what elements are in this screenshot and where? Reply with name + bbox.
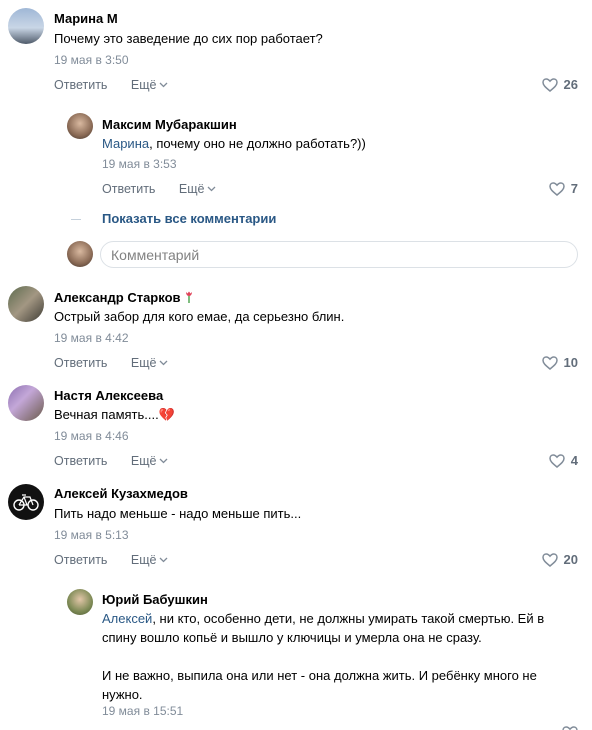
comment-text-body: , ни кто, особенно дети, не должны умира… xyxy=(152,611,545,626)
more-button[interactable]: Ещё xyxy=(131,553,168,567)
mention-link[interactable]: Алексей xyxy=(102,611,152,626)
comment-text: Вечная память....💔 xyxy=(54,405,175,424)
like-count: 7 xyxy=(570,181,578,196)
avatar[interactable] xyxy=(8,286,44,322)
reply-button[interactable]: Ответить xyxy=(54,553,107,567)
like-count: 10 xyxy=(563,355,578,370)
like-button[interactable]: 26 xyxy=(541,77,578,92)
reply-button[interactable]: Ответить xyxy=(54,454,107,468)
comment-author[interactable]: Настя Алексеева xyxy=(54,388,163,403)
broken-heart-icon: 💔 xyxy=(158,407,175,422)
comment-actions: Ответить Ещё xyxy=(54,356,168,370)
tulip-icon xyxy=(186,291,193,303)
comment-date[interactable]: 19 мая в 3:53 xyxy=(102,157,177,171)
mention-link[interactable]: Марина xyxy=(102,136,149,151)
chevron-down-icon xyxy=(207,186,215,192)
more-label: Ещё xyxy=(130,553,157,567)
like-count: 26 xyxy=(563,77,578,92)
avatar[interactable] xyxy=(67,589,93,615)
comment-author[interactable]: Максим Мубаракшин xyxy=(102,117,237,132)
comment-text: Почему это заведение до сих пор работает… xyxy=(54,31,323,46)
my-avatar xyxy=(67,241,93,267)
comment-author[interactable]: Юрий Бабушкин xyxy=(102,592,208,607)
like-count: 20 xyxy=(563,552,578,567)
avatar[interactable] xyxy=(8,484,44,520)
heart-icon xyxy=(541,77,558,92)
comment-text-body: Вечная память.... xyxy=(54,407,159,422)
comment-text: Острый забор для кого емае, да серьезно … xyxy=(54,309,345,324)
avatar[interactable] xyxy=(8,385,44,421)
chevron-down-icon xyxy=(159,458,167,464)
comments-feed: Марина М Почему это заведение до сих пор… xyxy=(0,0,592,730)
comment-text-line: Алексей, ни кто, особенно дети, не должн… xyxy=(102,609,582,628)
comment-date[interactable]: 19 мая в 15:51 xyxy=(102,704,183,718)
comment-date[interactable]: 19 мая в 4:42 xyxy=(54,331,129,345)
text-gap xyxy=(102,647,582,666)
comment-text: Алексей, ни кто, особенно дети, не должн… xyxy=(102,609,582,704)
reply-button[interactable]: Ответить xyxy=(102,182,155,196)
comment-author[interactable]: Марина М xyxy=(54,11,118,26)
heart-icon xyxy=(549,453,565,468)
heart-icon xyxy=(549,181,565,196)
like-button[interactable]: 4 xyxy=(549,453,578,468)
like-button[interactable]: 10 xyxy=(541,355,578,370)
comment-actions: Ответить Ещё xyxy=(54,454,168,468)
comment-text-line: спину вошло копьё и вышло у ключицы и ум… xyxy=(102,630,482,645)
like-button[interactable]: 7 xyxy=(549,181,578,196)
reply-button[interactable]: Ответить xyxy=(54,356,107,370)
author-name: Александр Старков xyxy=(54,290,181,305)
heart-icon xyxy=(541,355,558,370)
bicycle-icon xyxy=(13,494,39,511)
comment-text: Пить надо меньше - надо меньше пить... xyxy=(54,506,302,521)
more-button[interactable]: Ещё xyxy=(131,356,168,370)
more-button[interactable]: Ещё xyxy=(179,182,216,196)
comment-input-box xyxy=(100,241,578,268)
chevron-down-icon xyxy=(159,557,167,563)
comment-input[interactable] xyxy=(101,242,577,267)
more-label: Ещё xyxy=(178,182,205,196)
comment-date[interactable]: 19 мая в 5:13 xyxy=(54,528,129,542)
avatar[interactable] xyxy=(67,113,93,139)
heart-icon xyxy=(541,552,558,567)
comment-text-body: , почему оно не должно работать?)) xyxy=(149,136,366,151)
like-button[interactable]: 20 xyxy=(541,552,578,567)
avatar[interactable] xyxy=(8,8,44,44)
comment-author[interactable]: Алексей Кузахмедов xyxy=(54,486,188,501)
more-label: Ещё xyxy=(130,356,157,370)
heart-icon xyxy=(562,726,578,730)
comment-author[interactable]: Александр Старков xyxy=(54,290,194,305)
comment-date[interactable]: 19 мая в 3:50 xyxy=(54,53,129,67)
comment-actions: Ответить Ещё xyxy=(102,182,216,196)
comment-text-line: И не важно, выпила она или нет - она дол… xyxy=(102,668,537,683)
thread-dash xyxy=(71,219,81,220)
show-all-comments-link[interactable]: Показать все комментарии xyxy=(102,211,276,226)
comment-date[interactable]: 19 мая в 4:46 xyxy=(54,429,129,443)
like-button[interactable] xyxy=(562,726,578,730)
comment-text: Марина, почему оно не должно работать?)) xyxy=(102,134,366,153)
like-count: 4 xyxy=(570,453,578,468)
chevron-down-icon xyxy=(159,82,167,88)
comment-text-line: нужно. xyxy=(102,687,143,702)
more-label: Ещё xyxy=(130,78,157,92)
reply-button[interactable]: Ответить xyxy=(54,78,107,92)
comment-actions: Ответить Ещё xyxy=(54,78,168,92)
comment-actions: Ответить Ещё xyxy=(54,553,168,567)
more-button[interactable]: Ещё xyxy=(131,454,168,468)
more-button[interactable]: Ещё xyxy=(131,78,168,92)
chevron-down-icon xyxy=(159,360,167,366)
more-label: Ещё xyxy=(130,454,157,468)
